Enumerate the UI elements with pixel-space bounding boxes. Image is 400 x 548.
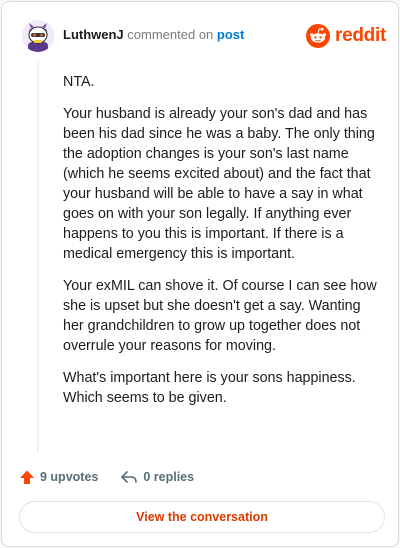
embedded-comment-card: LuthwenJ commented on post reddit NTA. Y… (1, 1, 399, 547)
comment-paragraph: What's important here is your sons happi… (63, 370, 356, 406)
reply-count: 0 replies (143, 470, 195, 484)
view-conversation-button[interactable]: View the conversation (19, 501, 385, 533)
comment-paragraph: Your husband is already your son's dad a… (63, 106, 375, 262)
commented-on-text: commented on (127, 27, 214, 42)
reddit-logo[interactable]: reddit (306, 20, 386, 52)
author-name[interactable]: LuthwenJ (63, 27, 124, 42)
thread-line (37, 62, 39, 452)
brand-name: reddit (335, 25, 386, 46)
snoo-avatar-icon[interactable] (22, 20, 54, 52)
upvote-arrow-icon (20, 470, 34, 484)
comment-body: NTA. Your husband is already your son's … (63, 72, 381, 420)
reddit-snoo-icon (306, 24, 331, 48)
post-link[interactable]: post (217, 27, 244, 42)
comment-header: LuthwenJ commented on post reddit (22, 20, 388, 52)
reply-button[interactable]: 0 replies (120, 469, 194, 485)
upvote-count: 9 upvotes (40, 470, 99, 484)
view-conversation-label: View the conversation (136, 510, 268, 524)
comment-paragraph: Your exMIL can shove it. Of course I can… (63, 278, 377, 354)
reply-arrow-icon (121, 471, 138, 483)
upvote-button[interactable]: 9 upvotes (19, 469, 98, 485)
comment-paragraph: NTA. (63, 74, 95, 90)
comment-actions: 9 upvotes 0 replies (19, 467, 194, 487)
author-line: LuthwenJ commented on post (63, 27, 244, 43)
